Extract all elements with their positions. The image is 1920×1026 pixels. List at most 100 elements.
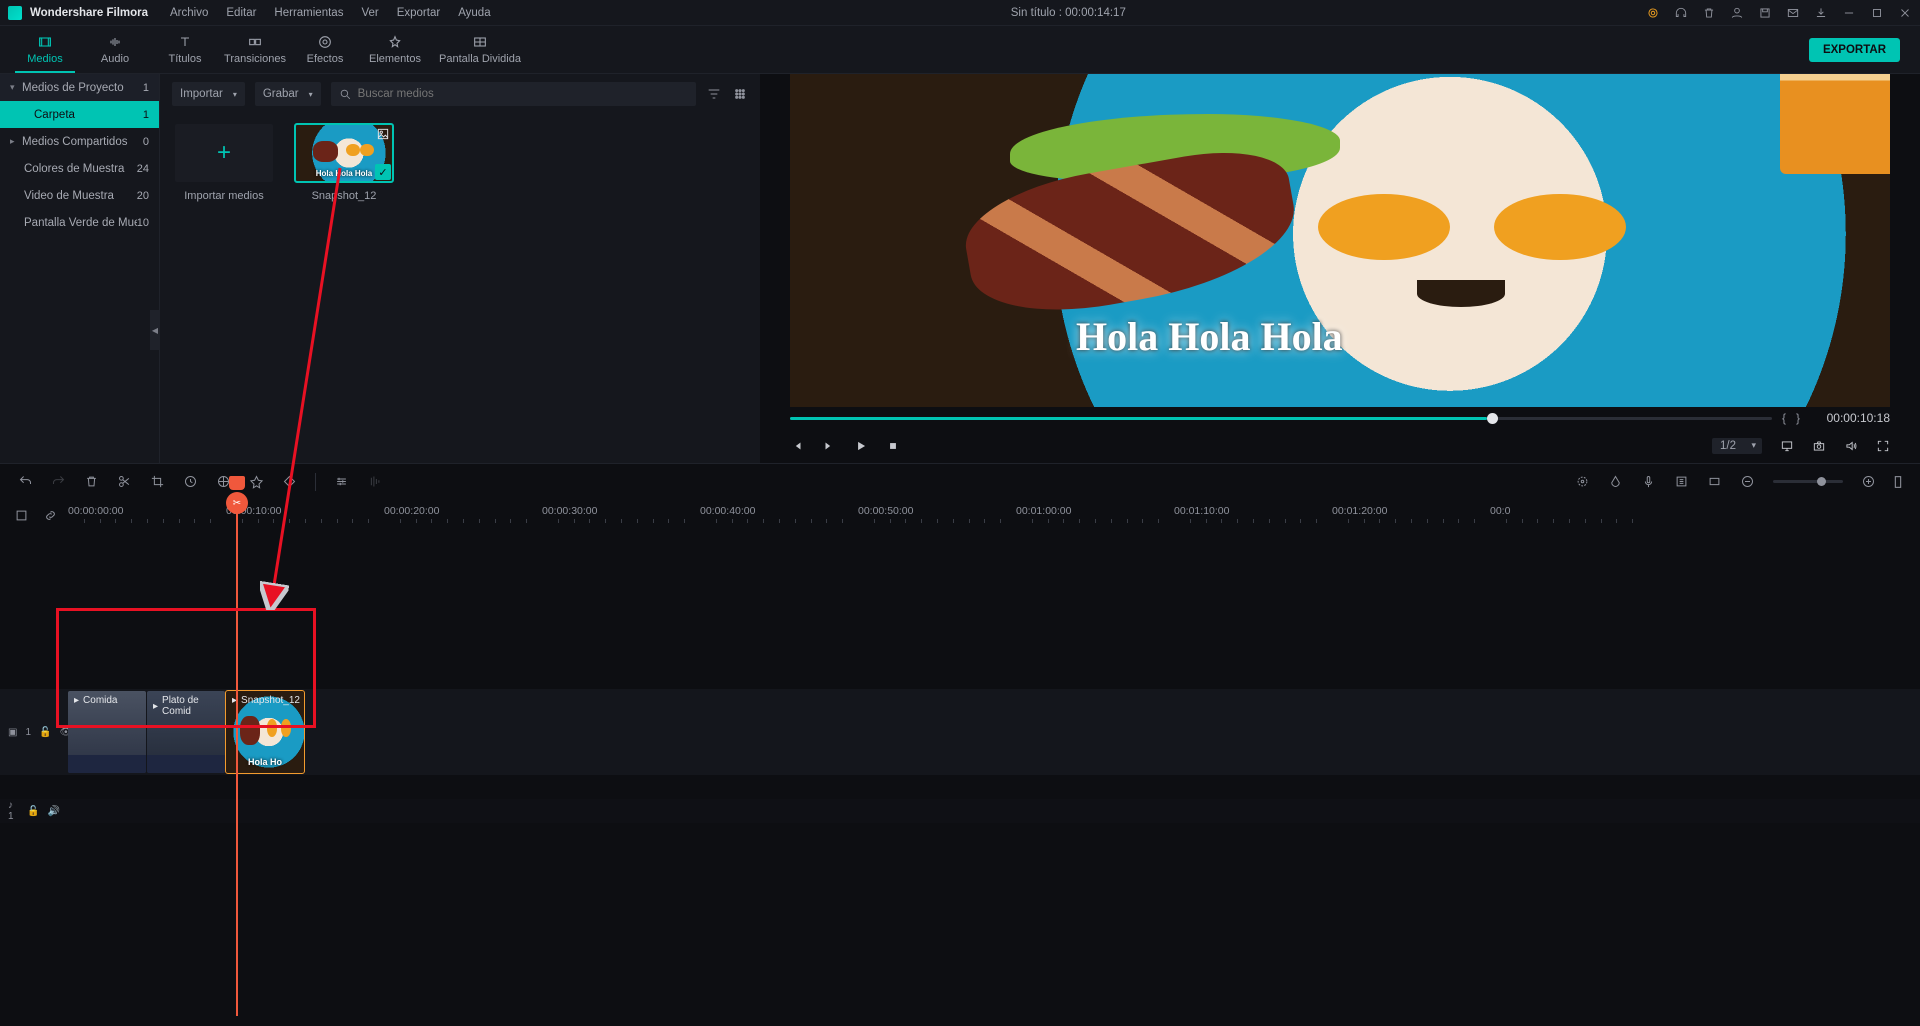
snapshot-icon[interactable] — [1812, 439, 1826, 453]
minimize-icon[interactable] — [1842, 6, 1856, 20]
sidebar-item-project-media[interactable]: ▾ Medios de Proyecto 1 — [0, 74, 159, 101]
speed-icon[interactable] — [183, 474, 198, 489]
timeline-ruler[interactable]: 00:00:00:0000:00:10:0000:00:20:0000:00:3… — [0, 499, 1920, 533]
menu-editar[interactable]: Editar — [226, 7, 256, 19]
filter-icon[interactable] — [706, 86, 722, 102]
timeline-clip-plato[interactable]: ▸Plato de Comid — [147, 691, 225, 773]
mixer-icon[interactable] — [1674, 474, 1689, 489]
split-icon[interactable] — [117, 474, 132, 489]
tab-medios[interactable]: Medios — [10, 34, 80, 65]
timeline-toolbar — [0, 463, 1920, 499]
undo-icon[interactable] — [18, 474, 33, 489]
save-icon[interactable] — [1758, 6, 1772, 20]
video-track-row[interactable]: ▣ 1 🔓 👁 ▸Comida ▸Plato de Comid Hola Ho … — [0, 689, 1920, 775]
clip-play-icon: ▸ — [74, 695, 79, 706]
lock-icon[interactable]: 🔓 — [27, 806, 39, 817]
sidebar-collapse-icon[interactable]: ◀ — [150, 310, 160, 350]
fullscreen-icon[interactable] — [1876, 439, 1890, 453]
zoom-fit-icon[interactable] — [1894, 474, 1902, 489]
display-icon[interactable] — [1780, 439, 1794, 453]
menu-exportar[interactable]: Exportar — [397, 7, 440, 19]
green-screen-icon[interactable] — [249, 474, 264, 489]
record-dropdown[interactable]: Grabar▾ — [255, 82, 321, 106]
preview-zoom-dropdown[interactable]: 1/2 — [1712, 438, 1762, 454]
app-logo-icon — [8, 6, 22, 20]
audio-track-header[interactable]: ♪ 1 🔓 🔊 — [0, 799, 68, 823]
tab-elementos[interactable]: Elementos — [360, 34, 430, 65]
play-icon[interactable] — [854, 439, 868, 453]
search-input[interactable] — [358, 88, 688, 100]
sidebar-count: 1 — [143, 109, 149, 121]
color-icon[interactable] — [216, 474, 231, 489]
sidebar-item-shared-media[interactable]: ▸ Medios Compartidos 0 — [0, 128, 159, 155]
timeline[interactable]: ▣ 1 🔓 👁 ▸Comida ▸Plato de Comid Hola Ho … — [0, 533, 1920, 1026]
tab-label: Audio — [101, 53, 129, 65]
seek-knob[interactable] — [1487, 413, 1498, 424]
zoom-slider[interactable] — [1773, 480, 1843, 483]
tab-audio[interactable]: Audio — [80, 34, 150, 65]
next-frame-icon[interactable] — [822, 439, 836, 453]
delete-icon[interactable] — [84, 474, 99, 489]
zoom-in-icon[interactable] — [1861, 474, 1876, 489]
link-icon[interactable] — [43, 508, 58, 523]
import-dropdown[interactable]: Importar▾ — [172, 82, 245, 106]
trash-icon[interactable] — [1702, 6, 1716, 20]
export-button[interactable]: EXPORTAR — [1809, 38, 1900, 62]
tab-pantalla-dividida[interactable]: Pantalla Dividida — [430, 34, 530, 65]
sidebar-item-green-screen[interactable]: Pantalla Verde de Mue 10 — [0, 209, 159, 236]
adjust-icon[interactable] — [334, 474, 349, 489]
auto-reframe-icon[interactable] — [1575, 474, 1590, 489]
sidebar-item-sample-video[interactable]: Video de Muestra 20 — [0, 182, 159, 209]
dropdown-label: Grabar — [263, 88, 299, 100]
crop-icon[interactable] — [150, 474, 165, 489]
tab-titulos[interactable]: Títulos — [150, 34, 220, 65]
menu-herramientas[interactable]: Herramientas — [274, 7, 343, 19]
prev-frame-icon[interactable] — [790, 439, 804, 453]
volume-icon[interactable] — [1844, 439, 1858, 453]
redo-icon[interactable] — [51, 474, 66, 489]
audio-mix-icon[interactable] — [367, 474, 382, 489]
mail-icon[interactable] — [1786, 6, 1800, 20]
video-track-header[interactable]: ▣ 1 🔓 👁 — [0, 689, 68, 775]
track-header-icon[interactable] — [14, 508, 29, 523]
tab-label: Medios — [27, 53, 62, 65]
grid-view-icon[interactable] — [732, 86, 748, 102]
track-label: ♪ 1 — [8, 800, 19, 822]
media-search[interactable] — [331, 82, 696, 106]
timeline-clip-comida[interactable]: ▸Comida — [68, 691, 146, 773]
tab-label: Efectos — [307, 53, 344, 65]
menu-ayuda[interactable]: Ayuda — [458, 7, 490, 19]
seek-bar[interactable] — [790, 417, 1772, 420]
mark-in-icon[interactable]: { — [1782, 411, 1786, 425]
menu-ver[interactable]: Ver — [361, 7, 378, 19]
upgrade-icon[interactable] — [1646, 6, 1660, 20]
lock-icon[interactable]: 🔓 — [39, 727, 51, 738]
download-icon[interactable] — [1814, 6, 1828, 20]
tab-transiciones[interactable]: Transiciones — [220, 34, 290, 65]
timeline-clip-snapshot[interactable]: Hola Ho ▸Snapshot_12 — [226, 691, 304, 773]
menu-archivo[interactable]: Archivo — [170, 7, 208, 19]
render-icon[interactable] — [1707, 474, 1722, 489]
voiceover-icon[interactable] — [1641, 474, 1656, 489]
sidebar-item-sample-colors[interactable]: Colores de Muestra 24 — [0, 155, 159, 182]
sidebar-label: Medios de Proyecto — [22, 82, 143, 94]
track-label: 1 — [25, 727, 31, 738]
tab-efectos[interactable]: Efectos — [290, 34, 360, 65]
import-media-card[interactable]: + Importar medios — [174, 124, 274, 202]
zoom-out-icon[interactable] — [1740, 474, 1755, 489]
sidebar-item-carpeta[interactable]: Carpeta 1 — [0, 101, 159, 128]
account-icon[interactable] — [1730, 6, 1744, 20]
stop-icon[interactable] — [886, 439, 900, 453]
media-clip-card[interactable]: Hola Hola Hola ✓ Snapshot_12 — [294, 124, 394, 202]
preview-viewport[interactable]: Hola Hola Hola — [790, 74, 1890, 407]
audio-track-row[interactable]: ♪ 1 🔓 🔊 — [0, 799, 1920, 823]
speaker-icon[interactable]: 🔊 — [48, 806, 60, 817]
close-icon[interactable] — [1898, 6, 1912, 20]
keyframe-icon[interactable] — [282, 474, 297, 489]
marker-icon[interactable] — [1608, 474, 1623, 489]
headphone-icon[interactable] — [1674, 6, 1688, 20]
mark-out-icon[interactable]: } — [1796, 411, 1800, 425]
maximize-icon[interactable] — [1870, 6, 1884, 20]
chevron-down-icon: ▾ — [10, 82, 18, 93]
sidebar-count: 0 — [143, 136, 149, 148]
